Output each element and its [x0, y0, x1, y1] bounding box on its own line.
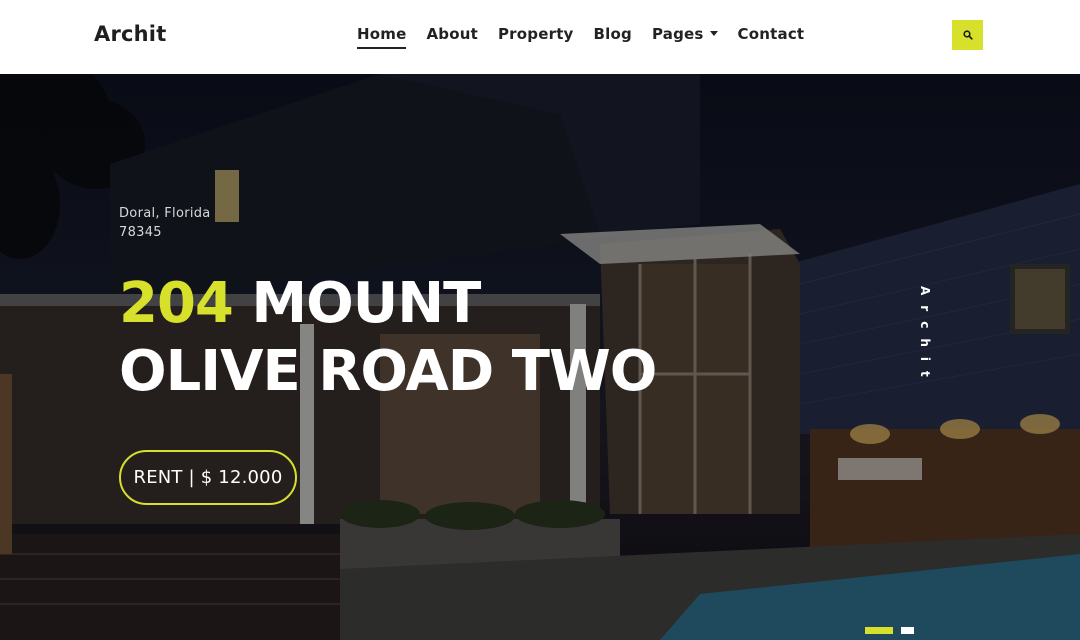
hero-title-word: MOUNT: [251, 271, 481, 336]
rent-price-button[interactable]: RENT | $ 12.000: [119, 450, 297, 505]
slider-pagination: [865, 627, 914, 634]
search-button[interactable]: [952, 20, 983, 50]
hero-title-number: 204: [119, 271, 234, 336]
hero-title: 204 MOUNT OLIVE ROAD TWO: [119, 270, 657, 406]
address-line2: 78345: [119, 225, 162, 240]
hero-slider: Doral, Florida 78345 204 MOUNT OLIVE ROA…: [0, 74, 1080, 640]
chevron-down-icon: [709, 31, 718, 36]
nav-item-contact[interactable]: Contact: [738, 25, 805, 49]
vertical-brand-text: Archit: [918, 286, 932, 387]
address-line1: Doral, Florida: [119, 206, 211, 221]
nav-item-property[interactable]: Property: [498, 25, 574, 49]
hero-title-row-2: OLIVE ROAD TWO: [119, 339, 657, 404]
site-logo[interactable]: Archit: [94, 22, 166, 46]
main-nav: Home About Property Blog Pages Contact: [357, 25, 804, 49]
nav-item-blog[interactable]: Blog: [594, 25, 632, 49]
hero-title-row-1: 204 MOUNT: [119, 270, 656, 338]
nav-item-pages-label: Pages: [651, 25, 704, 43]
property-address: Doral, Florida 78345: [119, 204, 211, 242]
nav-item-home[interactable]: Home: [357, 25, 407, 49]
slider-dot-2[interactable]: [901, 627, 914, 634]
nav-item-about[interactable]: About: [426, 25, 478, 49]
slider-dot-1[interactable]: [865, 627, 893, 634]
nav-item-pages[interactable]: Pages: [652, 25, 718, 49]
site-header: Archit Home About Property Blog Pages Co…: [0, 0, 1080, 74]
search-icon: [962, 30, 973, 40]
